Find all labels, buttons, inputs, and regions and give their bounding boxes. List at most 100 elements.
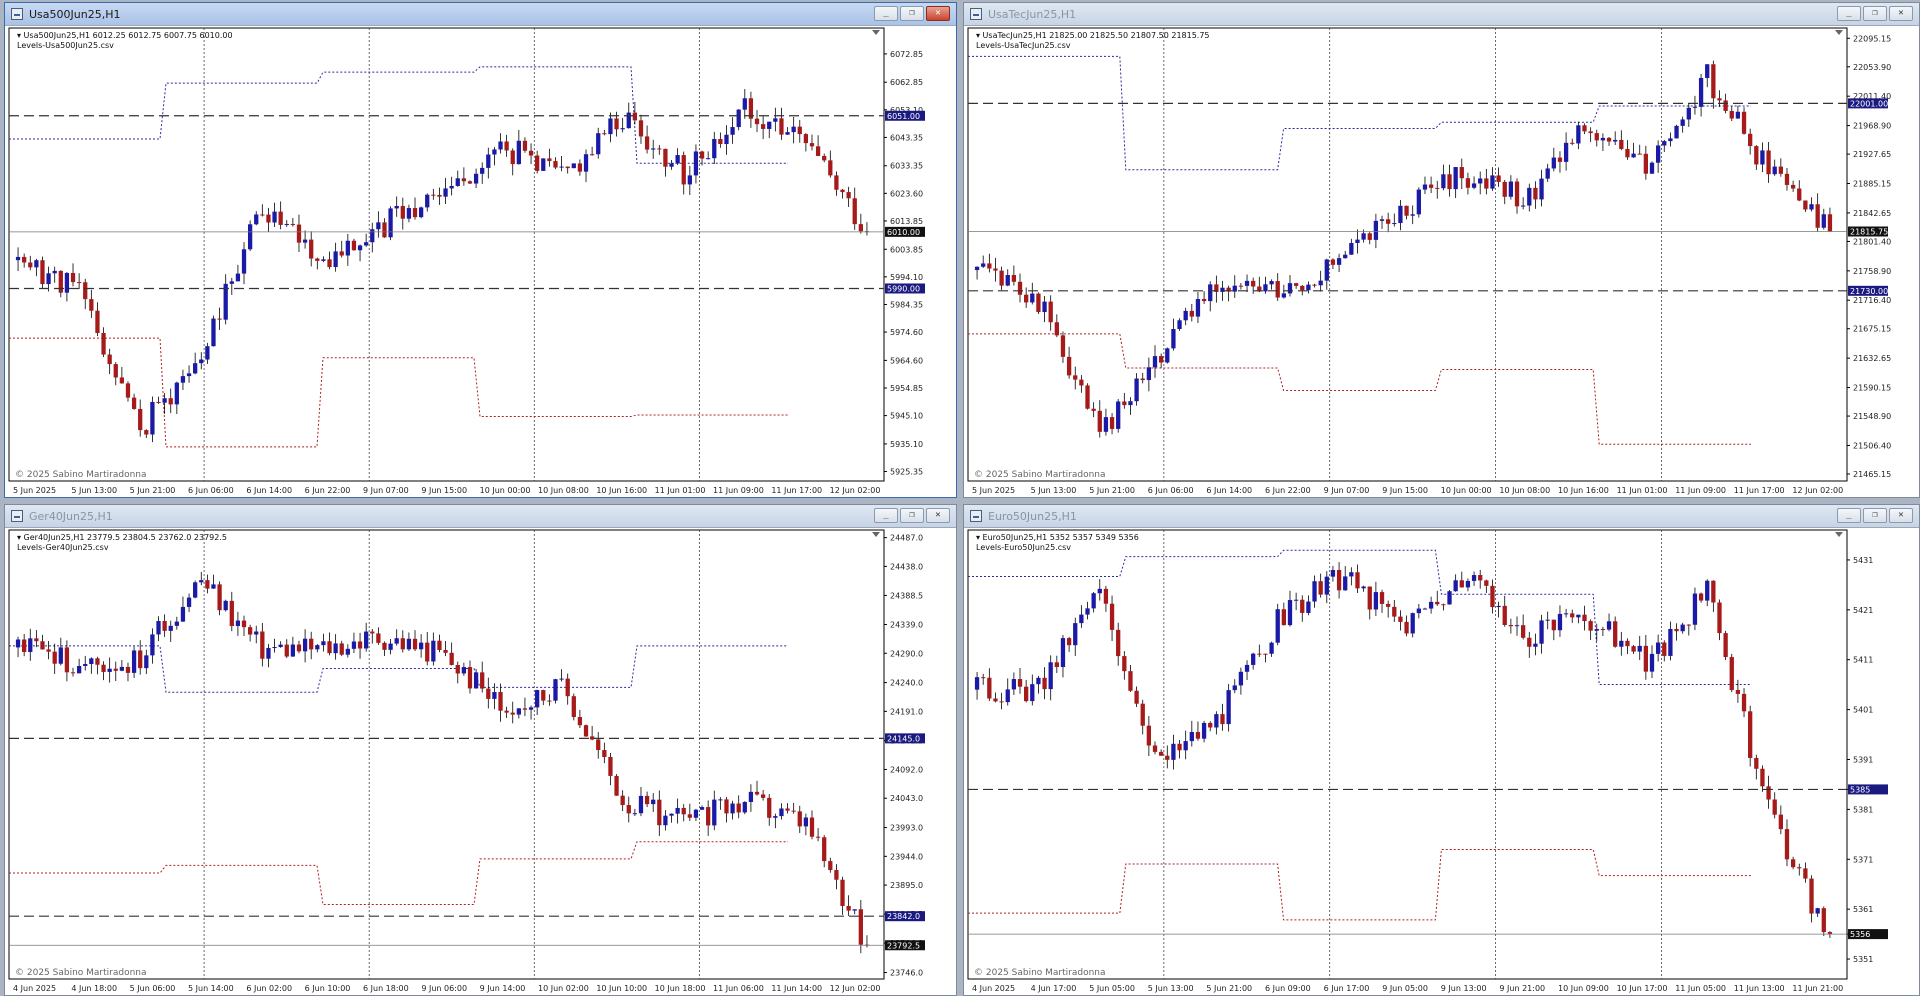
current-price-label: 6010.00 xyxy=(887,228,920,237)
candle-body xyxy=(241,620,247,628)
candle-body xyxy=(1428,184,1434,188)
candle-body xyxy=(1797,867,1802,869)
candle-body xyxy=(89,658,94,665)
candle-body xyxy=(1662,141,1667,146)
candle-body xyxy=(687,175,692,185)
restore-icon[interactable]: ❐ xyxy=(1863,6,1887,21)
candle-body xyxy=(999,701,1004,703)
candle-body xyxy=(1011,274,1017,282)
chart-window-usa500[interactable]: Usa500Jun25,H1 _ ❐ ✕ 5 Jun 2025 5 Jun 13:… xyxy=(4,2,957,498)
candle-body xyxy=(834,175,839,190)
candle-body xyxy=(418,207,424,218)
candle-body xyxy=(461,667,467,674)
candle-body xyxy=(1103,588,1109,604)
candle-body xyxy=(321,259,326,261)
candle-body xyxy=(339,643,344,655)
level-price-label: 5385 xyxy=(1850,785,1870,794)
candle-body xyxy=(1293,599,1299,601)
candle-body xyxy=(290,644,296,657)
close-icon[interactable]: ✕ xyxy=(1889,6,1913,21)
candle-body xyxy=(1171,329,1176,349)
price-chart[interactable]: 4 Jun 2025 4 Jun 17:00 5 Jun 05:00 5 Jun 13… xyxy=(964,528,1919,995)
price-chart[interactable]: 4 Jun 2025 4 Jun 18:00 5 Jun 06:00 5 Jun 14… xyxy=(5,528,956,995)
close-icon[interactable]: ✕ xyxy=(1889,508,1913,523)
window-titlebar[interactable]: Usa500Jun25,H1 _ ❐ ✕ xyxy=(5,3,956,26)
x-axis-label: 5 Jun 14:00 xyxy=(188,984,234,993)
candle-body xyxy=(706,158,711,160)
candle-body xyxy=(144,655,149,669)
candle-body xyxy=(382,642,387,650)
candle-body xyxy=(40,641,45,650)
candle-body xyxy=(1042,301,1047,313)
window-titlebar[interactable]: UsaTecJun25,H1 _ ❐ ✕ xyxy=(964,3,1919,26)
candle-body xyxy=(981,263,986,267)
candle-body xyxy=(229,600,234,627)
candle-body xyxy=(1643,153,1649,174)
candle-body xyxy=(1361,586,1366,589)
candle-body xyxy=(1116,401,1121,429)
candle-body xyxy=(1821,214,1826,228)
minimize-icon[interactable]: _ xyxy=(874,6,898,21)
candle-body xyxy=(186,597,192,607)
window-title: Usa500Jun25,H1 xyxy=(29,7,121,21)
candle-body xyxy=(1079,614,1084,624)
y-axis-label: 24487.0 xyxy=(890,534,923,543)
candle-body xyxy=(1668,628,1673,656)
candle-body xyxy=(748,791,754,802)
candle-body xyxy=(455,178,460,186)
price-chart[interactable]: 5 Jun 2025 5 Jun 13:00 5 Jun 21:00 6 Jun 06… xyxy=(964,26,1919,497)
chart-window-usatec[interactable]: UsaTecJun25,H1 _ ❐ ✕ 5 Jun 2025 5 Jun 13:… xyxy=(963,2,1920,498)
y-axis-label: 6023.60 xyxy=(890,189,923,198)
candle-body xyxy=(455,664,460,674)
candle-body xyxy=(1741,111,1747,134)
candle-body xyxy=(235,620,241,627)
candle-body xyxy=(1109,603,1115,630)
candle-body xyxy=(1416,189,1421,215)
candle-body xyxy=(1287,283,1293,294)
y-axis-label: 5945.10 xyxy=(890,412,923,421)
chart-window-euro50[interactable]: Euro50Jun25,H1 _ ❐ ✕ 4 Jun 2025 4 Jun 17:… xyxy=(963,504,1920,996)
restore-icon[interactable]: ❐ xyxy=(900,508,924,523)
candle-body xyxy=(1263,653,1268,655)
close-icon[interactable]: ✕ xyxy=(926,508,950,523)
candle-body xyxy=(498,692,503,711)
candle-body xyxy=(1815,204,1820,228)
candle-body xyxy=(510,150,515,165)
candle-body xyxy=(1637,645,1642,652)
candle-body xyxy=(1778,814,1783,830)
restore-icon[interactable]: ❐ xyxy=(900,6,924,21)
candle-body xyxy=(1674,125,1679,139)
minimize-icon[interactable]: _ xyxy=(874,508,898,523)
window-titlebar[interactable]: Ger40Jun25,H1 _ ❐ ✕ xyxy=(5,505,956,528)
candle-body xyxy=(773,118,778,122)
candle-body xyxy=(1698,77,1704,107)
candle-body xyxy=(89,299,94,311)
candle-body xyxy=(1410,613,1415,634)
candle-body xyxy=(1527,187,1532,206)
close-icon[interactable]: ✕ xyxy=(926,6,950,21)
window-titlebar[interactable]: Euro50Jun25,H1 _ ❐ ✕ xyxy=(964,505,1919,528)
x-axis-label: 6 Jun 06:00 xyxy=(188,486,234,495)
candle-body xyxy=(1772,166,1777,175)
candle-body xyxy=(205,580,210,589)
minimize-icon[interactable]: _ xyxy=(1837,508,1861,523)
candle-body xyxy=(1490,175,1495,189)
candle-body xyxy=(388,643,393,650)
restore-icon[interactable]: ❐ xyxy=(1863,508,1887,523)
candle-body xyxy=(1619,139,1624,149)
candle-body xyxy=(815,836,821,838)
candle-body xyxy=(290,223,296,225)
candle-body xyxy=(76,282,82,284)
candle-body xyxy=(1508,181,1514,197)
x-axis-label: 10 Jun 18:00 xyxy=(655,984,706,993)
candle-body xyxy=(247,224,253,250)
candle-body xyxy=(101,664,106,672)
candle-body xyxy=(736,109,741,128)
candle-body xyxy=(1680,624,1685,632)
candle-body xyxy=(1330,259,1336,265)
price-chart[interactable]: 5 Jun 2025 5 Jun 13:00 5 Jun 21:00 6 Jun 06… xyxy=(5,26,956,497)
y-axis-label: 22095.15 xyxy=(1853,34,1891,43)
x-axis-label: 5 Jun 2025 xyxy=(13,486,56,495)
minimize-icon[interactable]: _ xyxy=(1837,6,1861,21)
chart-window-ger40[interactable]: Ger40Jun25,H1 _ ❐ ✕ 4 Jun 2025 4 Jun 18:0… xyxy=(4,504,957,996)
